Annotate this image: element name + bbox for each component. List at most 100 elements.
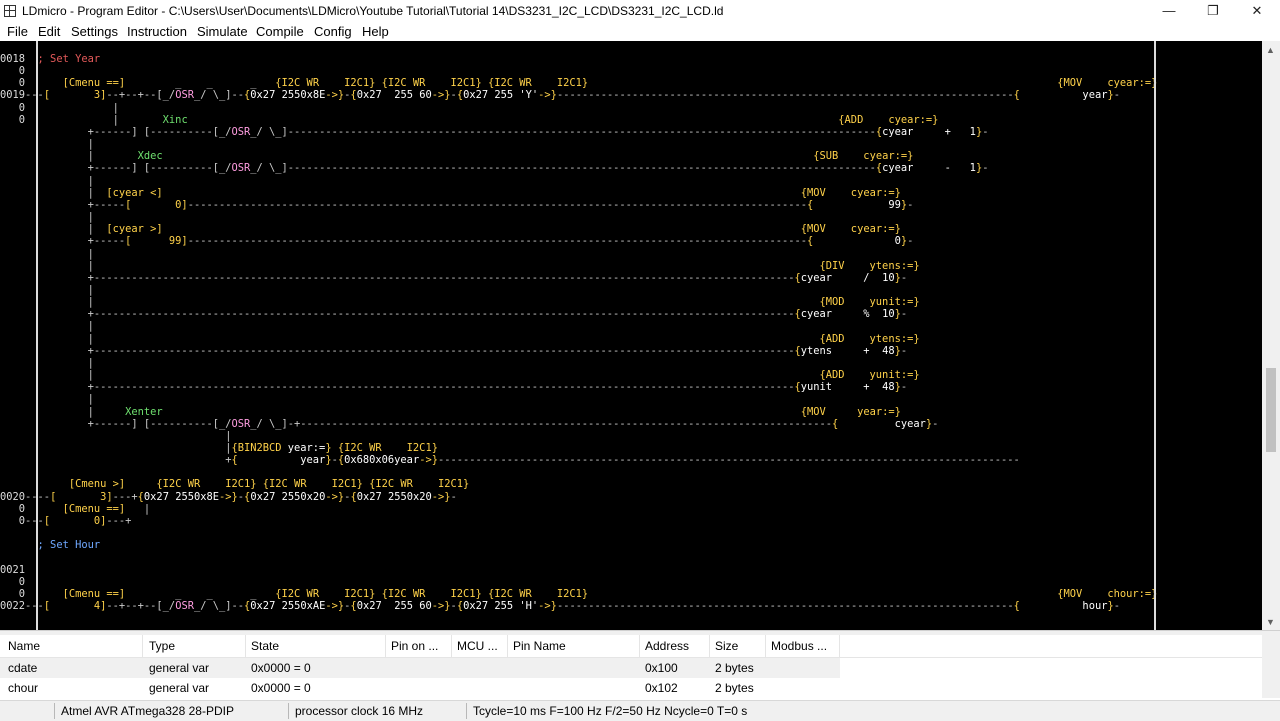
- minimize-button[interactable]: —: [1147, 0, 1191, 22]
- col-name[interactable]: Name: [8, 639, 40, 653]
- ladder-line[interactable]: [Cmenu >] {I2C WR I2C1} {I2C WR I2C1} {I…: [0, 478, 469, 490]
- ladder-segment: OSR: [175, 89, 194, 102]
- col-pin[interactable]: Pin on ...: [391, 639, 438, 653]
- menu-settings[interactable]: Settings: [71, 24, 118, 39]
- col-divider[interactable]: [385, 635, 386, 657]
- ladder-line[interactable]: | {MOD yunit:=}: [0, 296, 920, 308]
- ladder-line[interactable]: | Xdec {SUB cyear:=}: [0, 150, 914, 162]
- ladder-line[interactable]: | {ADD yunit:=}: [0, 369, 920, 381]
- ladder-line[interactable]: | {DIV ytens:=}: [0, 260, 920, 272]
- ladder-line[interactable]: +---------------------------------------…: [0, 272, 908, 284]
- ladder-editor[interactable]: 0018 ; Set Year 0 0 [Cmenu ==] _ _ _ {I2…: [0, 41, 1280, 630]
- ladder-line[interactable]: [0, 527, 25, 539]
- ladder-line[interactable]: 0022---[ 4]--+--+--[_/OSR_/ \_]--{0x27 2…: [0, 600, 1120, 612]
- ladder-line[interactable]: 0 [Cmenu ==] |: [0, 503, 150, 515]
- ladder-segment: ->}: [219, 490, 238, 503]
- col-divider[interactable]: [451, 635, 452, 657]
- ladder-segment: 0: [0, 77, 26, 90]
- menu-simulate[interactable]: Simulate: [197, 24, 248, 39]
- editor-scrollbar[interactable]: ▲ ▼: [1262, 41, 1280, 630]
- col-state[interactable]: State: [251, 639, 279, 653]
- ladder-line[interactable]: 0 |: [0, 102, 119, 114]
- ladder-line[interactable]: +------] [----------[_/OSR_/ \_]-+------…: [0, 418, 939, 430]
- col-divider[interactable]: [709, 635, 710, 657]
- scroll-thumb[interactable]: [1266, 368, 1276, 452]
- ladder-line[interactable]: +{ year}-{0x680x06year->}---------------…: [0, 454, 1020, 466]
- col-address[interactable]: Address: [645, 639, 689, 653]
- ladder-line[interactable]: |: [0, 248, 94, 260]
- ladder-segment: -: [982, 162, 989, 175]
- col-divider[interactable]: [245, 635, 246, 657]
- menu-edit[interactable]: Edit: [38, 24, 60, 39]
- ladder-line[interactable]: 0 [Cmenu ==] _ _ _ {I2C WR I2C1} {I2C WR…: [0, 77, 1158, 90]
- ladder-line[interactable]: 0 | Xinc {ADD cyear:=}: [0, 113, 939, 126]
- ladder-line[interactable]: 0---[ 0]---+: [0, 515, 132, 527]
- title-bar: LDmicro - Program Editor - C:\Users\User…: [0, 0, 1280, 22]
- ladder-line[interactable]: | [cyear >] {MOV cyear:=}: [0, 223, 901, 235]
- ladder-segment: _/ \_]--: [193, 89, 245, 102]
- ladder-line[interactable]: 0: [0, 65, 25, 77]
- ladder-line[interactable]: [0, 466, 25, 478]
- ladder-segment: +---------------------------------------…: [0, 344, 795, 357]
- col-divider[interactable]: [507, 635, 508, 657]
- ladder-line[interactable]: |: [0, 393, 94, 405]
- ladder-line[interactable]: |: [0, 211, 94, 223]
- ladder-line[interactable]: |{BIN2BCD year:=} {I2C WR I2C1}: [0, 442, 438, 454]
- col-size[interactable]: Size: [715, 639, 738, 653]
- menu-compile[interactable]: Compile: [256, 24, 304, 39]
- ladder-line[interactable]: +-----[ 0]------------------------------…: [0, 199, 914, 211]
- col-divider[interactable]: [639, 635, 640, 657]
- ladder-line[interactable]: +-----[ 99]-----------------------------…: [0, 235, 914, 247]
- ladder-line[interactable]: 0021: [0, 564, 25, 576]
- col-divider[interactable]: [839, 635, 840, 657]
- ladder-segment: [Cmenu >]: [68, 478, 126, 491]
- ladder-segment: -: [900, 308, 908, 321]
- col-mcu[interactable]: MCU ...: [457, 639, 498, 653]
- ladder-line[interactable]: 0 [Cmenu ==] _ _ _ {I2C WR I2C1} {I2C WR…: [0, 587, 1158, 600]
- menu-config[interactable]: Config: [314, 24, 352, 39]
- ladder-segment: {MOV chour:=}: [1057, 587, 1158, 600]
- ladder-line[interactable]: 0019---[ 3]--+--+--[_/OSR_/ \_]--{0x27 2…: [0, 89, 1120, 101]
- ladder-line[interactable]: |: [0, 320, 94, 332]
- ladder-line[interactable]: 0: [0, 576, 25, 588]
- scroll-down-icon[interactable]: ▼: [1266, 617, 1275, 627]
- col-type[interactable]: Type: [149, 639, 175, 653]
- ladder-line[interactable]: [0, 551, 25, 563]
- col-pin-name[interactable]: Pin Name: [513, 639, 566, 653]
- ladder-line[interactable]: 0020----[ 3]---+{0x27 2550x8E->}-{0x27 2…: [0, 491, 457, 503]
- ladder-line[interactable]: | Xenter {MOV year:=}: [0, 406, 901, 418]
- ladder-line[interactable]: +------] [----------[_/OSR_/ \_]--------…: [0, 162, 989, 175]
- ladder-segment: ---: [25, 89, 44, 102]
- col-divider[interactable]: [142, 635, 143, 657]
- ladder-line[interactable]: +---------------------------------------…: [0, 381, 908, 393]
- ladder-line[interactable]: |: [0, 357, 94, 369]
- ladder-line[interactable]: | [cyear <] {MOV cyear:=}: [0, 187, 901, 199]
- ladder-segment: ->}: [431, 89, 451, 102]
- menu-help[interactable]: Help: [362, 24, 389, 39]
- ladder-segment: {I2C WR I2C1}: [488, 587, 589, 600]
- status-divider: [288, 703, 289, 719]
- ladder-line[interactable]: |: [0, 430, 231, 442]
- menu-file[interactable]: File: [7, 24, 28, 39]
- col-divider[interactable]: [765, 635, 766, 657]
- ladder-line[interactable]: |: [0, 175, 94, 187]
- ladder-line[interactable]: +------] [----------[_/OSR_/ \_]--------…: [0, 126, 989, 138]
- ladder-line[interactable]: |: [0, 284, 94, 296]
- ladder-line[interactable]: ; Set Hour: [0, 539, 101, 551]
- ladder-line[interactable]: +---------------------------------------…: [0, 344, 908, 357]
- io-list-scrollbar[interactable]: [1262, 635, 1280, 698]
- maximize-button[interactable]: ❐: [1191, 0, 1235, 22]
- ladder-line[interactable]: 0018 ; Set Year: [0, 53, 100, 65]
- menu-instruction[interactable]: Instruction: [127, 24, 187, 39]
- ladder-diagram[interactable]: 0018 ; Set Year 0 0 [Cmenu ==] _ _ _ {I2…: [0, 53, 1157, 612]
- ladder-line[interactable]: |: [0, 138, 94, 150]
- scroll-up-icon[interactable]: ▲: [1266, 45, 1275, 55]
- ladder-segment: {ADD cyear:=}: [838, 113, 939, 126]
- table-row[interactable]: cdate general var 0x0000 = 0 0x100 2 byt…: [0, 658, 840, 678]
- ladder-line[interactable]: | {ADD ytens:=}: [0, 333, 920, 345]
- ladder-segment: [163, 406, 801, 418]
- close-button[interactable]: ✕: [1235, 0, 1279, 22]
- ladder-line[interactable]: +---------------------------------------…: [0, 308, 908, 321]
- table-row[interactable]: chour general var 0x0000 = 0 0x102 2 byt…: [0, 678, 840, 698]
- col-modbus[interactable]: Modbus ...: [771, 639, 827, 653]
